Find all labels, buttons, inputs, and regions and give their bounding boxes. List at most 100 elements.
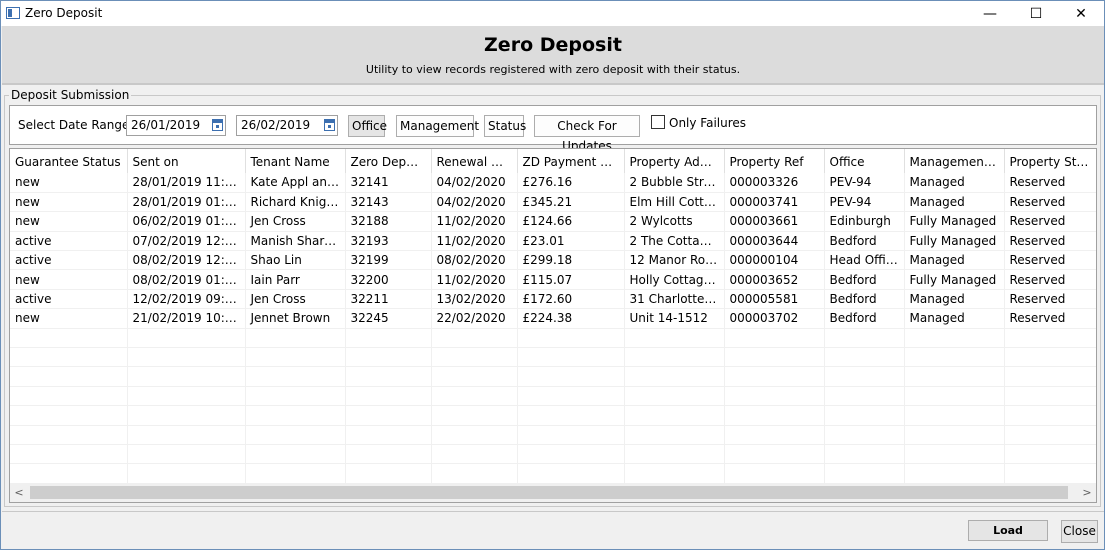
empty-cell — [517, 328, 625, 349]
empty-cell — [431, 425, 518, 445]
column-header[interactable]: Management T... — [904, 149, 1005, 173]
table-cell: Fully Managed — [904, 211, 1005, 232]
empty-cell — [127, 386, 246, 407]
column-header[interactable]: ZD Payment Am... — [517, 149, 625, 173]
empty-cell — [10, 386, 128, 407]
column-header[interactable]: Renewal Date — [431, 149, 518, 173]
only-failures-checkbox[interactable] — [651, 115, 665, 129]
table-cell: Reserved — [1004, 308, 1096, 329]
table-cell: 22/02/2020 — [431, 308, 518, 329]
table-cell: 000003702 — [724, 308, 825, 329]
empty-cell — [345, 347, 432, 368]
table-cell: Fully Managed — [904, 269, 1005, 290]
table-row[interactable]: active 12/02/2019 09:33 Jen Cross 32211 13/0… — [10, 289, 1096, 310]
empty-cell — [624, 366, 725, 387]
empty-cell — [517, 425, 625, 445]
empty-cell — [1004, 405, 1096, 426]
page-subtitle: Utility to view records registered with … — [365, 63, 741, 76]
empty-cell — [824, 405, 905, 426]
minimize-button[interactable]: — — [967, 1, 1013, 26]
empty-cell — [904, 463, 1005, 484]
title-bar[interactable]: Zero Deposit — ☐ ✕ — [1, 1, 1104, 26]
empty-cell — [245, 328, 346, 349]
empty-cell — [517, 386, 625, 407]
table-cell: 08/02/2019 01:17 — [127, 269, 246, 290]
table-cell: £276.16 — [517, 173, 625, 193]
empty-cell — [1004, 463, 1096, 484]
close-button[interactable]: Close — [1061, 520, 1098, 543]
table-cell: 000003652 — [724, 269, 825, 290]
maximize-button[interactable]: ☐ — [1013, 1, 1059, 26]
only-failures-label[interactable]: Only Failures — [669, 116, 746, 130]
horizontal-scrollbar[interactable]: < > — [10, 484, 1096, 502]
table-cell: Bedford — [824, 269, 905, 290]
table-cell: Holly Cottage12 — [624, 269, 725, 290]
column-header[interactable]: Property Status — [1004, 149, 1096, 173]
column-header[interactable]: Guarantee Status — [10, 149, 128, 173]
table-cell: Manish Sharma — [245, 231, 346, 252]
empty-cell — [127, 405, 246, 426]
table-cell: new — [10, 192, 128, 213]
table-cell: 06/02/2019 01:00 — [127, 211, 246, 232]
records-grid[interactable]: Guarantee Status Sent on Tenant Name Zero D… — [9, 148, 1097, 503]
to-date-picker[interactable]: 26/02/2019 — [236, 115, 338, 136]
office-button[interactable]: Office — [348, 115, 387, 137]
status-button[interactable]: Status — [484, 115, 526, 137]
column-header[interactable]: Sent on — [127, 149, 246, 173]
table-cell: £124.66 — [517, 211, 625, 232]
table-cell: 07/02/2019 12:46 — [127, 231, 246, 252]
table-row[interactable]: new 06/02/2019 01:00 Jen Cross 32188 11/02/2… — [10, 211, 1096, 232]
table-cell: Unit 14-1512 — [624, 308, 725, 329]
table-cell: Shao Lin — [245, 250, 346, 271]
check-for-updates-button[interactable]: Check For Updates — [534, 115, 640, 153]
calendar-icon[interactable] — [212, 119, 223, 131]
empty-cell — [824, 347, 905, 368]
table-cell: 32141 — [345, 173, 432, 193]
close-window-button[interactable]: ✕ — [1058, 1, 1104, 26]
table-cell: 32188 — [345, 211, 432, 232]
table-row[interactable]: new 28/01/2019 01:35 Richard Knight... 3214… — [10, 192, 1096, 213]
table-cell: 32193 — [345, 231, 432, 252]
empty-cell — [127, 425, 246, 445]
empty-table-row — [10, 328, 1096, 349]
empty-cell — [517, 444, 625, 465]
table-cell: 13/02/2020 — [431, 289, 518, 310]
column-header[interactable]: Tenant Name — [245, 149, 346, 173]
table-row[interactable]: new 28/01/2019 11:59 Kate Appl and ... 3214… — [10, 173, 1096, 193]
table-body: new 28/01/2019 11:59 Kate Appl and ... 3214… — [10, 173, 1096, 484]
table-cell: 000003326 — [724, 173, 825, 193]
management-button[interactable]: Management — [396, 115, 479, 137]
empty-cell — [724, 405, 825, 426]
empty-cell — [904, 425, 1005, 445]
table-row[interactable]: new 21/02/2019 10:48 Jennet Brown 32245 22/0… — [10, 308, 1096, 329]
empty-table-row — [10, 463, 1096, 484]
empty-cell — [624, 405, 725, 426]
table-cell: 000005581 — [724, 289, 825, 310]
empty-cell — [245, 386, 346, 407]
table-cell: Richard Knight... — [245, 192, 346, 213]
empty-table-row — [10, 386, 1096, 407]
calendar-icon[interactable] — [324, 119, 335, 131]
scrollbar-thumb[interactable] — [30, 486, 1068, 499]
empty-cell — [431, 328, 518, 349]
scroll-right-arrow-icon[interactable]: > — [1078, 484, 1096, 502]
empty-cell — [10, 425, 128, 445]
from-date-picker[interactable]: 26/01/2019 — [126, 115, 226, 136]
table-row[interactable]: new 08/02/2019 01:17 Iain Parr 32200 11/02/2… — [10, 269, 1096, 290]
column-header[interactable]: Office — [824, 149, 905, 173]
table-row[interactable]: active 07/02/2019 12:46 Manish Sharma 32193… — [10, 231, 1096, 252]
empty-cell — [431, 463, 518, 484]
column-header[interactable]: Property Ref — [724, 149, 825, 173]
empty-cell — [245, 366, 346, 387]
empty-cell — [345, 328, 432, 349]
table-cell: Head Office — [824, 250, 905, 271]
column-header[interactable]: Zero Deposit... — [345, 149, 432, 173]
scroll-left-arrow-icon[interactable]: < — [10, 484, 28, 502]
empty-cell — [245, 405, 346, 426]
table-cell: Reserved — [1004, 250, 1096, 271]
column-header[interactable]: Property Address — [624, 149, 725, 173]
table-row[interactable]: active 08/02/2019 12:00 Shao Lin 32199 08/02… — [10, 250, 1096, 271]
empty-cell — [824, 386, 905, 407]
load-button[interactable]: Load — [968, 520, 1048, 541]
table-cell: 000003644 — [724, 231, 825, 252]
